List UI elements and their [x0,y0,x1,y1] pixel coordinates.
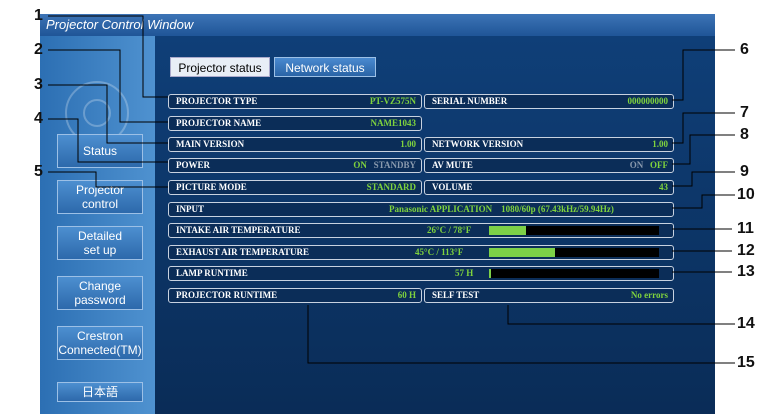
callout-10: 10 [737,186,755,203]
callout-5: 5 [34,163,43,180]
av-mute-off: OFF [650,160,668,170]
main-version-label: MAIN VERSION [176,139,245,149]
volume-field: VOLUME 43 [424,180,674,195]
projector-control-button[interactable]: Projector control [57,180,143,214]
callout-13: 13 [737,263,755,280]
picture-mode-field: PICTURE MODE STANDARD [168,180,422,195]
exhaust-air-temperature-field: EXHAUST AIR TEMPERATURE 45°C / 113°F [168,245,674,260]
intake-air-bar-fill [489,226,527,235]
lamp-runtime-label: LAMP RUNTIME [176,268,248,278]
callout-3: 3 [34,76,43,93]
projector-runtime-value: 60 H [397,290,416,300]
main-version-value: 1.00 [400,139,416,149]
intake-air-label: INTAKE AIR TEMPERATURE [176,225,301,235]
input-source: Panasonic APPLICATION [389,204,493,214]
power-field: POWER ON STANDBY [168,158,422,173]
callout-14: 14 [737,315,755,332]
projector-type-label: PROJECTOR TYPE [176,96,258,106]
tab-network-status[interactable]: Network status [274,57,376,77]
serial-number-value: 000000000 [627,96,669,106]
network-version-value: 1.00 [652,139,668,149]
serial-number-field: SERIAL NUMBER 000000000 [424,94,674,109]
exhaust-air-label: EXHAUST AIR TEMPERATURE [176,247,310,257]
input-field: INPUT Panasonic APPLICATION 1080/60p (67… [168,202,674,217]
callout-11: 11 [737,220,754,237]
lamp-runtime-bar-fill [489,269,491,278]
callout-15: 15 [737,354,755,371]
intake-air-temperature-field: INTAKE AIR TEMPERATURE 26°C / 78°F [168,223,674,238]
callout-1: 1 [34,7,43,24]
projector-name-label: PROJECTOR NAME [176,118,262,128]
self-test-value: No errors [630,290,668,300]
input-signal: 1080/60p (67.43kHz/59.94Hz) [501,204,614,214]
main-version-field: MAIN VERSION 1.00 [168,137,422,152]
exhaust-air-value: 45°C / 113°F [415,247,464,257]
serial-number-label: SERIAL NUMBER [432,96,508,106]
exhaust-air-bar [489,248,659,257]
picture-mode-value: STANDARD [366,182,416,192]
power-label: POWER [176,160,211,170]
av-mute-on: ON [629,160,644,170]
volume-label: VOLUME [432,182,473,192]
projector-runtime-label: PROJECTOR RUNTIME [176,290,278,300]
window-title: Projector Control Window [40,14,715,36]
callout-7: 7 [740,104,749,121]
volume-value: 43 [659,182,668,192]
av-mute-field: AV MUTE ON OFF [424,158,674,173]
picture-mode-label: PICTURE MODE [176,182,247,192]
av-mute-values: ON OFF [630,159,668,172]
lamp-runtime-field: LAMP RUNTIME 57 H [168,266,674,281]
input-value: Panasonic APPLICATION 1080/60p (67.43kHz… [389,203,614,216]
network-version-label: NETWORK VERSION [432,139,524,149]
change-password-button[interactable]: Change password [57,276,143,310]
intake-air-value: 26°C / 78°F [427,225,472,235]
projector-name-field: PROJECTOR NAME NAME1043 [168,116,422,131]
network-version-field: NETWORK VERSION 1.00 [424,137,674,152]
exhaust-air-bar-fill [489,248,556,257]
callout-2: 2 [34,41,43,58]
intake-air-bar [489,226,659,235]
japanese-language-button[interactable]: 日本語 [57,382,143,402]
crestron-connected-button[interactable]: Crestron Connected(TM) [57,326,143,360]
status-button[interactable]: Status [57,134,143,168]
projector-runtime-field: PROJECTOR RUNTIME 60 H [168,288,422,303]
projector-name-value: NAME1043 [370,118,417,128]
callout-8: 8 [740,126,749,143]
sidebar: Status Projector control Detailed set up… [40,36,155,414]
power-standby: STANDBY [373,160,416,170]
projector-type-field: PROJECTOR TYPE PT-VZ575N [168,94,422,109]
callout-9: 9 [740,163,749,180]
av-mute-label: AV MUTE [432,160,473,170]
detailed-setup-button[interactable]: Detailed set up [57,226,143,260]
projector-type-value: PT-VZ575N [369,96,416,106]
self-test-label: SELF TEST [432,290,480,300]
power-on: ON [353,160,367,170]
callout-4: 4 [34,110,43,127]
callout-6: 6 [740,41,749,58]
lamp-runtime-value: 57 H [455,268,474,278]
lamp-runtime-bar [489,269,659,278]
self-test-field: SELF TEST No errors [424,288,674,303]
callout-12: 12 [737,242,755,259]
input-label: INPUT [176,204,205,214]
tab-projector-status[interactable]: Projector status [170,57,270,77]
power-values: ON STANDBY [353,159,416,172]
